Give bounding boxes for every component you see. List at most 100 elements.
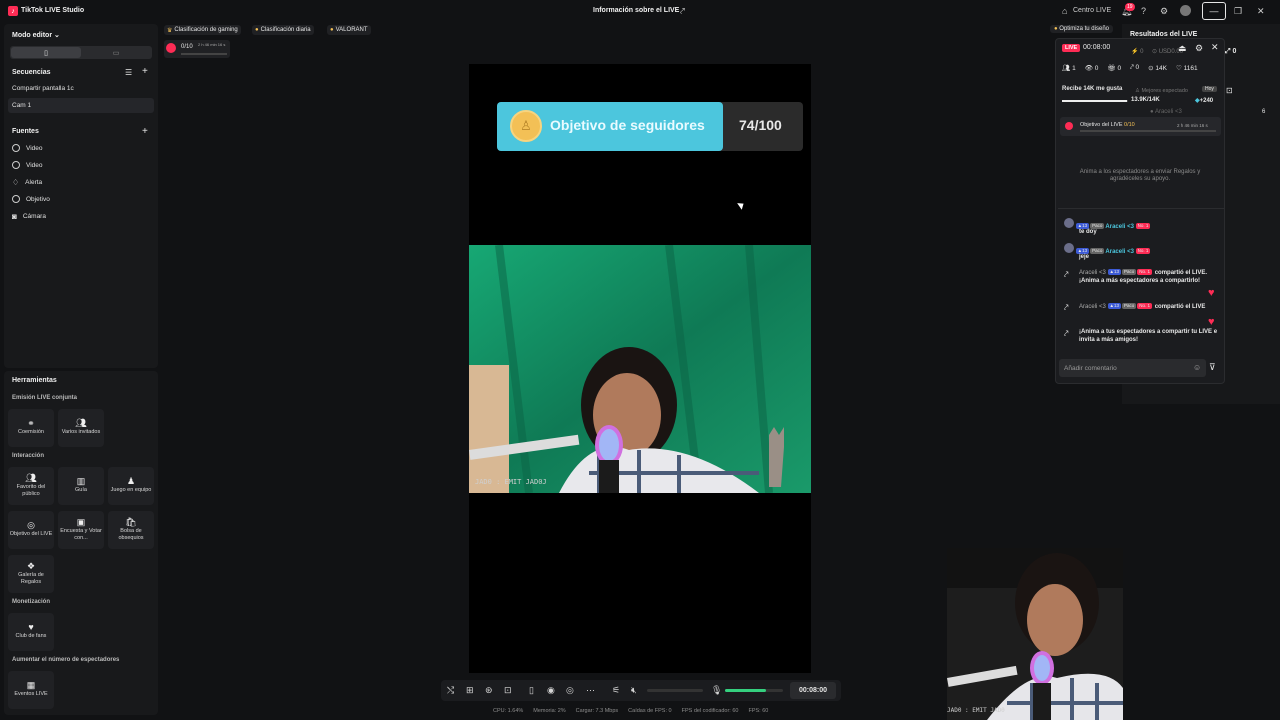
likes-goal-value: 13.9K/14K bbox=[1131, 97, 1160, 103]
source-item[interactable]: Video bbox=[12, 161, 43, 169]
source-item[interactable]: ◙ Cámara bbox=[12, 212, 46, 221]
tool-favorito[interactable]: 👥︎ Favorito del público bbox=[8, 467, 54, 505]
close-window-button[interactable]: ✕ bbox=[1257, 6, 1265, 17]
landscape-toggle[interactable]: ▭ bbox=[81, 47, 151, 58]
gift-gallery-icon: ❖ bbox=[26, 560, 36, 571]
play-icon bbox=[12, 144, 20, 152]
add-sequence-button[interactable]: + bbox=[142, 66, 148, 77]
sequence-item-selected[interactable]: Cam 1 bbox=[12, 102, 31, 109]
replay-icon[interactable]: ◎ bbox=[566, 685, 574, 696]
share-event: Araceli <3 ▲13 Paco No. 1 compartió el LIV… bbox=[1079, 303, 1206, 310]
section-aumentar: Aumentar el número de espectadores bbox=[12, 657, 120, 663]
avatar bbox=[1064, 243, 1074, 253]
mini-goal-time: 2 h 46 min 16 s bbox=[198, 42, 226, 47]
sequence-item[interactable]: Compartir pantalla 1c bbox=[12, 85, 74, 92]
chip-clasificacion-diaria[interactable]: ● Clasificación diaria bbox=[252, 25, 314, 35]
mode-selector[interactable]: Modo editor ⌄ bbox=[12, 31, 60, 39]
no1-tag: No. 1 bbox=[1137, 269, 1153, 276]
upload-stat: Cargar: 7.3 Mbps bbox=[575, 708, 619, 714]
tool-varios-invitados[interactable]: 👥︎ Varios invitados bbox=[58, 409, 104, 447]
gear-icon[interactable]: ⚙ bbox=[1160, 6, 1168, 17]
follower-goal-label: Objetivo de seguidores bbox=[550, 117, 705, 133]
live-info-title[interactable]: Información sobre el LIVE bbox=[593, 7, 679, 14]
camera-image bbox=[469, 245, 811, 493]
add-source-icon[interactable]: ⊞ bbox=[466, 685, 474, 696]
fps-stat: FPS: 60 bbox=[748, 708, 769, 714]
magic-icon[interactable]: ⤭ bbox=[447, 685, 454, 696]
stream-timer: 00:08:00 bbox=[790, 682, 836, 699]
source-item[interactable]: ♢ Alerta bbox=[12, 178, 42, 187]
likes-goal-fill bbox=[1062, 100, 1128, 102]
speaker-muted-icon[interactable]: 🔇︎ bbox=[631, 685, 637, 696]
tool-guia[interactable]: ▥ Guía bbox=[58, 467, 104, 505]
results-icon[interactable]: ⊡ bbox=[1226, 86, 1233, 95]
avatar[interactable] bbox=[1180, 5, 1191, 16]
paco-tag: Paco bbox=[1122, 303, 1137, 310]
share-icon: ⤤ bbox=[1064, 329, 1069, 338]
tools-title: Herramientas bbox=[12, 377, 57, 384]
screen-icon[interactable]: ⊡ bbox=[504, 685, 512, 696]
comment-text: jeje bbox=[1079, 254, 1090, 260]
centro-live-link[interactable]: Centro LIVE bbox=[1073, 7, 1111, 14]
plus-count: ◆+240 bbox=[1195, 98, 1214, 104]
tool-club-fans[interactable]: ♥ Club de fans bbox=[8, 613, 54, 651]
hearts-stat: ♡ 1161 bbox=[1176, 65, 1198, 72]
phone-icon[interactable]: ▯ bbox=[529, 685, 534, 696]
add-source-button[interactable]: + bbox=[142, 126, 148, 137]
help-icon[interactable]: ? bbox=[1141, 6, 1146, 16]
level-tag: ▲13 bbox=[1107, 303, 1122, 310]
share-icon: ⤤ bbox=[1064, 270, 1069, 279]
pin-icon[interactable]: ⏏ bbox=[1178, 43, 1187, 54]
share-icon[interactable]: ⤤ bbox=[680, 6, 685, 17]
speaker-volume-slider[interactable] bbox=[647, 689, 703, 692]
close-panel-button[interactable]: ✕ bbox=[1211, 42, 1219, 53]
tool-coemision[interactable]: ⚭ Coemisión bbox=[8, 409, 54, 447]
camera-icon: ◙ bbox=[12, 212, 17, 221]
tool-bolsa[interactable]: 🛍︎ Bolsa de obsequios bbox=[108, 511, 154, 549]
live-badge: LIVE bbox=[1062, 44, 1081, 52]
tool-galeria[interactable]: ❖ Galería de Regalos bbox=[8, 555, 54, 593]
portrait-toggle[interactable]: ▯ bbox=[11, 47, 81, 58]
list-icon[interactable]: ☰ bbox=[125, 68, 132, 77]
comment-input[interactable]: Añadir comentario bbox=[1059, 359, 1206, 377]
users-icon: 👥︎ bbox=[75, 418, 87, 428]
medal-icon: ● bbox=[255, 27, 259, 33]
minimize-button[interactable]: — bbox=[1202, 2, 1226, 20]
crown-icon: ♛ bbox=[167, 27, 173, 34]
tool-eventos-live[interactable]: ▦ Eventos LIVE bbox=[8, 671, 54, 709]
bulb-icon: ● bbox=[1054, 26, 1058, 32]
webcam-image bbox=[947, 548, 1123, 720]
record-icon[interactable]: ◉ bbox=[547, 685, 555, 696]
notification-badge: 19 bbox=[1125, 3, 1135, 11]
effects-icon[interactable]: ⊛ bbox=[485, 685, 493, 696]
share-event: Araceli <3 ▲13 Paco No. 1 compartió el LIV… bbox=[1079, 269, 1208, 284]
sources-title: Fuentes bbox=[12, 128, 39, 135]
poll-icon: ▣ bbox=[76, 516, 86, 527]
today-badge[interactable]: Hoy bbox=[1202, 86, 1217, 92]
source-item[interactable]: Video bbox=[12, 144, 43, 152]
mic-icon[interactable]: 🎙︎ bbox=[711, 685, 722, 696]
target-icon bbox=[12, 195, 20, 203]
mixer-icon[interactable]: ⚟ bbox=[612, 685, 620, 696]
rose-icon bbox=[1065, 122, 1073, 130]
optimize-design-button[interactable]: ● Optimiza tu diseño bbox=[1050, 25, 1113, 33]
alert-bell-icon: ♢ bbox=[12, 178, 20, 187]
level-tag: ▲13 bbox=[1107, 269, 1122, 276]
filter-icon[interactable]: ⊽ bbox=[1209, 362, 1216, 373]
home-icon[interactable]: ⌂ bbox=[1062, 6, 1067, 16]
chip-valorant[interactable]: ● VALORANT bbox=[327, 25, 371, 35]
more-icon[interactable]: ⋯ bbox=[586, 685, 595, 696]
tool-juego-equipo[interactable]: ♟ Juego en equipo bbox=[108, 467, 154, 505]
chip-clasificacion-gaming[interactable]: ♛ Clasificación de gaming bbox=[164, 25, 241, 35]
medal-icon: ♙ bbox=[510, 110, 542, 142]
emoji-icon[interactable]: ☺ bbox=[1193, 363, 1201, 372]
faded-viewer: ● Araceli <3 bbox=[1150, 109, 1182, 115]
source-item[interactable]: Objetivo bbox=[12, 195, 50, 203]
tool-encuesta[interactable]: ▣ Encuesta y Votar con... bbox=[58, 511, 104, 549]
settings-icon[interactable]: ⚙ bbox=[1195, 43, 1203, 54]
restore-button[interactable]: ❐ bbox=[1234, 6, 1242, 17]
camera-feed[interactable] bbox=[469, 245, 811, 493]
stat-a: ⚡ 0 bbox=[1131, 49, 1144, 55]
invite-text: ¡Anima a tus espectadores a compartir tu… bbox=[1079, 329, 1218, 343]
tool-objetivo-live[interactable]: ◎ Objetivo del LIVE bbox=[8, 511, 54, 549]
